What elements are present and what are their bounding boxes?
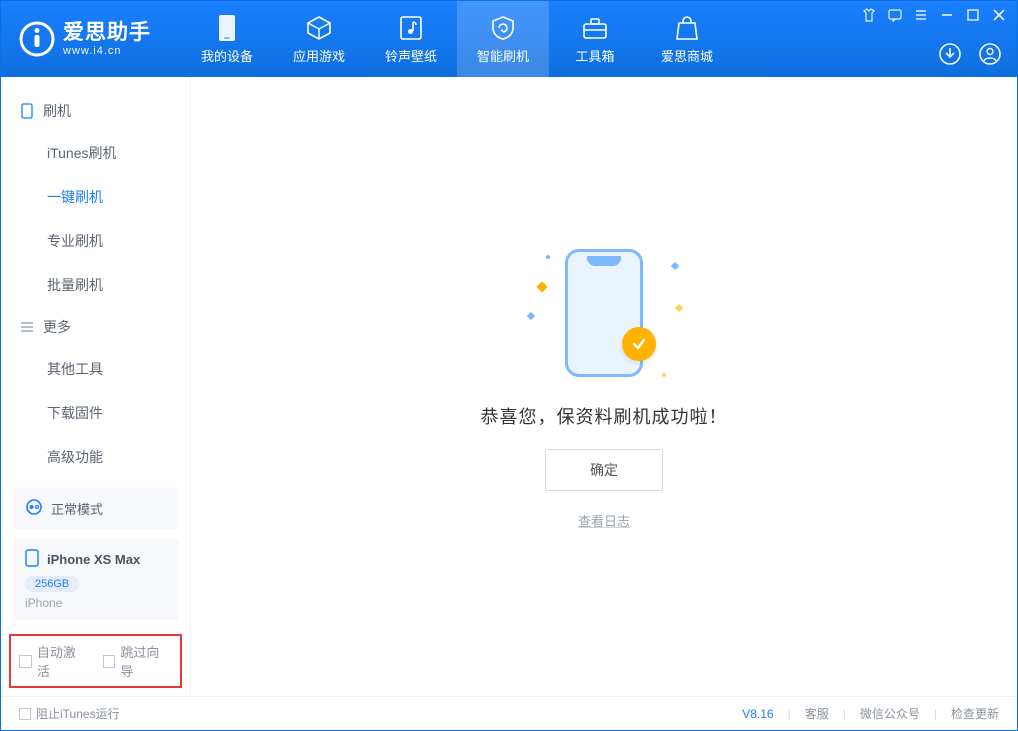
footer: 阻止iTunes运行 V8.16 | 客服 | 微信公众号 | 检查更新 (1, 696, 1017, 730)
nav-smart-flash[interactable]: 智能刷机 (457, 1, 549, 77)
logo-icon (19, 21, 55, 57)
main-panel: 恭喜您，保资料刷机成功啦！ 确定 查看日志 (191, 77, 1017, 696)
checkbox-skip-wizard[interactable]: 跳过向导 (103, 642, 173, 680)
nav-label: 爱思商城 (661, 46, 713, 65)
list-icon (19, 321, 35, 333)
shirt-icon[interactable] (861, 7, 877, 23)
nav-label: 智能刷机 (477, 46, 529, 65)
device-name: iPhone XS Max (47, 552, 140, 567)
sidebar-item-batch-flash[interactable]: 批量刷机 (1, 263, 190, 307)
checkbox-label: 阻止iTunes运行 (36, 705, 120, 722)
sidebar-item-itunes-flash[interactable]: iTunes刷机 (1, 131, 190, 175)
top-nav: 我的设备 应用游戏 铃声壁纸 智能刷机 工具箱 爱思商城 (181, 1, 733, 77)
success-illustration (524, 243, 684, 383)
nav-store[interactable]: 爱思商城 (641, 1, 733, 77)
minimize-button[interactable] (939, 7, 955, 23)
sidebar-header-flash: 刷机 (1, 91, 190, 131)
device-small-icon (25, 549, 39, 570)
download-icon[interactable] (937, 41, 963, 67)
titlebar: 爱思助手 www.i4.cn 我的设备 应用游戏 铃声壁纸 智能刷机 (1, 1, 1017, 77)
sidebar-item-advanced[interactable]: 高级功能 (1, 435, 190, 479)
close-button[interactable] (991, 7, 1007, 23)
app-window: 爱思助手 www.i4.cn 我的设备 应用游戏 铃声壁纸 智能刷机 (0, 0, 1018, 731)
bag-icon (675, 14, 699, 42)
nav-apps-games[interactable]: 应用游戏 (273, 1, 365, 77)
footer-wechat-link[interactable]: 微信公众号 (860, 705, 920, 722)
success-message: 恭喜您，保资料刷机成功啦！ (481, 403, 728, 429)
device-mode-card[interactable]: 正常模式 (13, 488, 178, 529)
feedback-icon[interactable] (887, 7, 903, 23)
device-icon (216, 14, 238, 42)
checkbox-label: 自动激活 (37, 642, 89, 680)
app-title: 爱思助手 (63, 21, 151, 45)
checkbox-block-itunes[interactable]: 阻止iTunes运行 (19, 705, 120, 722)
options-row: 自动激活 跳过向导 (9, 634, 182, 688)
device-capacity: 256GB (25, 576, 79, 592)
user-controls (937, 41, 1003, 67)
check-badge-icon (622, 327, 656, 361)
menu-icon[interactable] (913, 7, 929, 23)
user-icon[interactable] (977, 41, 1003, 67)
sidebar-header-label: 更多 (43, 317, 71, 337)
nav-toolbox[interactable]: 工具箱 (549, 1, 641, 77)
device-mode-label: 正常模式 (51, 499, 103, 518)
window-controls (861, 7, 1007, 23)
refresh-shield-icon (490, 14, 516, 42)
nav-label: 工具箱 (575, 46, 614, 65)
footer-support-link[interactable]: 客服 (805, 705, 829, 722)
sidebar-header-label: 刷机 (43, 101, 71, 121)
checkbox-auto-activate[interactable]: 自动激活 (19, 642, 89, 680)
sidebar-item-oneclick-flash[interactable]: 一键刷机 (1, 175, 190, 219)
ok-button[interactable]: 确定 (545, 449, 663, 491)
sidebar: 刷机 iTunes刷机 一键刷机 专业刷机 批量刷机 更多 其他工具 下载固件 … (1, 77, 191, 696)
checkbox-label: 跳过向导 (120, 642, 172, 680)
content-body: 刷机 iTunes刷机 一键刷机 专业刷机 批量刷机 更多 其他工具 下载固件 … (1, 77, 1017, 696)
device-info-card[interactable]: iPhone XS Max 256GB iPhone (13, 539, 178, 620)
sidebar-item-other-tools[interactable]: 其他工具 (1, 347, 190, 391)
view-log-link[interactable]: 查看日志 (578, 511, 630, 530)
nav-label: 我的设备 (201, 46, 253, 65)
sidebar-item-download-fw[interactable]: 下载固件 (1, 391, 190, 435)
app-subtitle: www.i4.cn (63, 45, 151, 58)
mode-icon (25, 498, 43, 519)
music-icon (399, 14, 423, 42)
sidebar-header-more: 更多 (1, 307, 190, 347)
cube-icon (306, 14, 332, 42)
device-type: iPhone (25, 596, 166, 610)
app-logo: 爱思助手 www.i4.cn (19, 21, 151, 58)
maximize-button[interactable] (965, 7, 981, 23)
nav-label: 应用游戏 (293, 46, 345, 65)
nav-my-device[interactable]: 我的设备 (181, 1, 273, 77)
footer-update-link[interactable]: 检查更新 (951, 705, 999, 722)
nav-label: 铃声壁纸 (385, 46, 437, 65)
sidebar-item-pro-flash[interactable]: 专业刷机 (1, 219, 190, 263)
nav-ring-wallpaper[interactable]: 铃声壁纸 (365, 1, 457, 77)
toolbox-icon (582, 14, 608, 42)
phone-outline-icon (19, 103, 35, 119)
version-label: V8.16 (742, 707, 773, 721)
